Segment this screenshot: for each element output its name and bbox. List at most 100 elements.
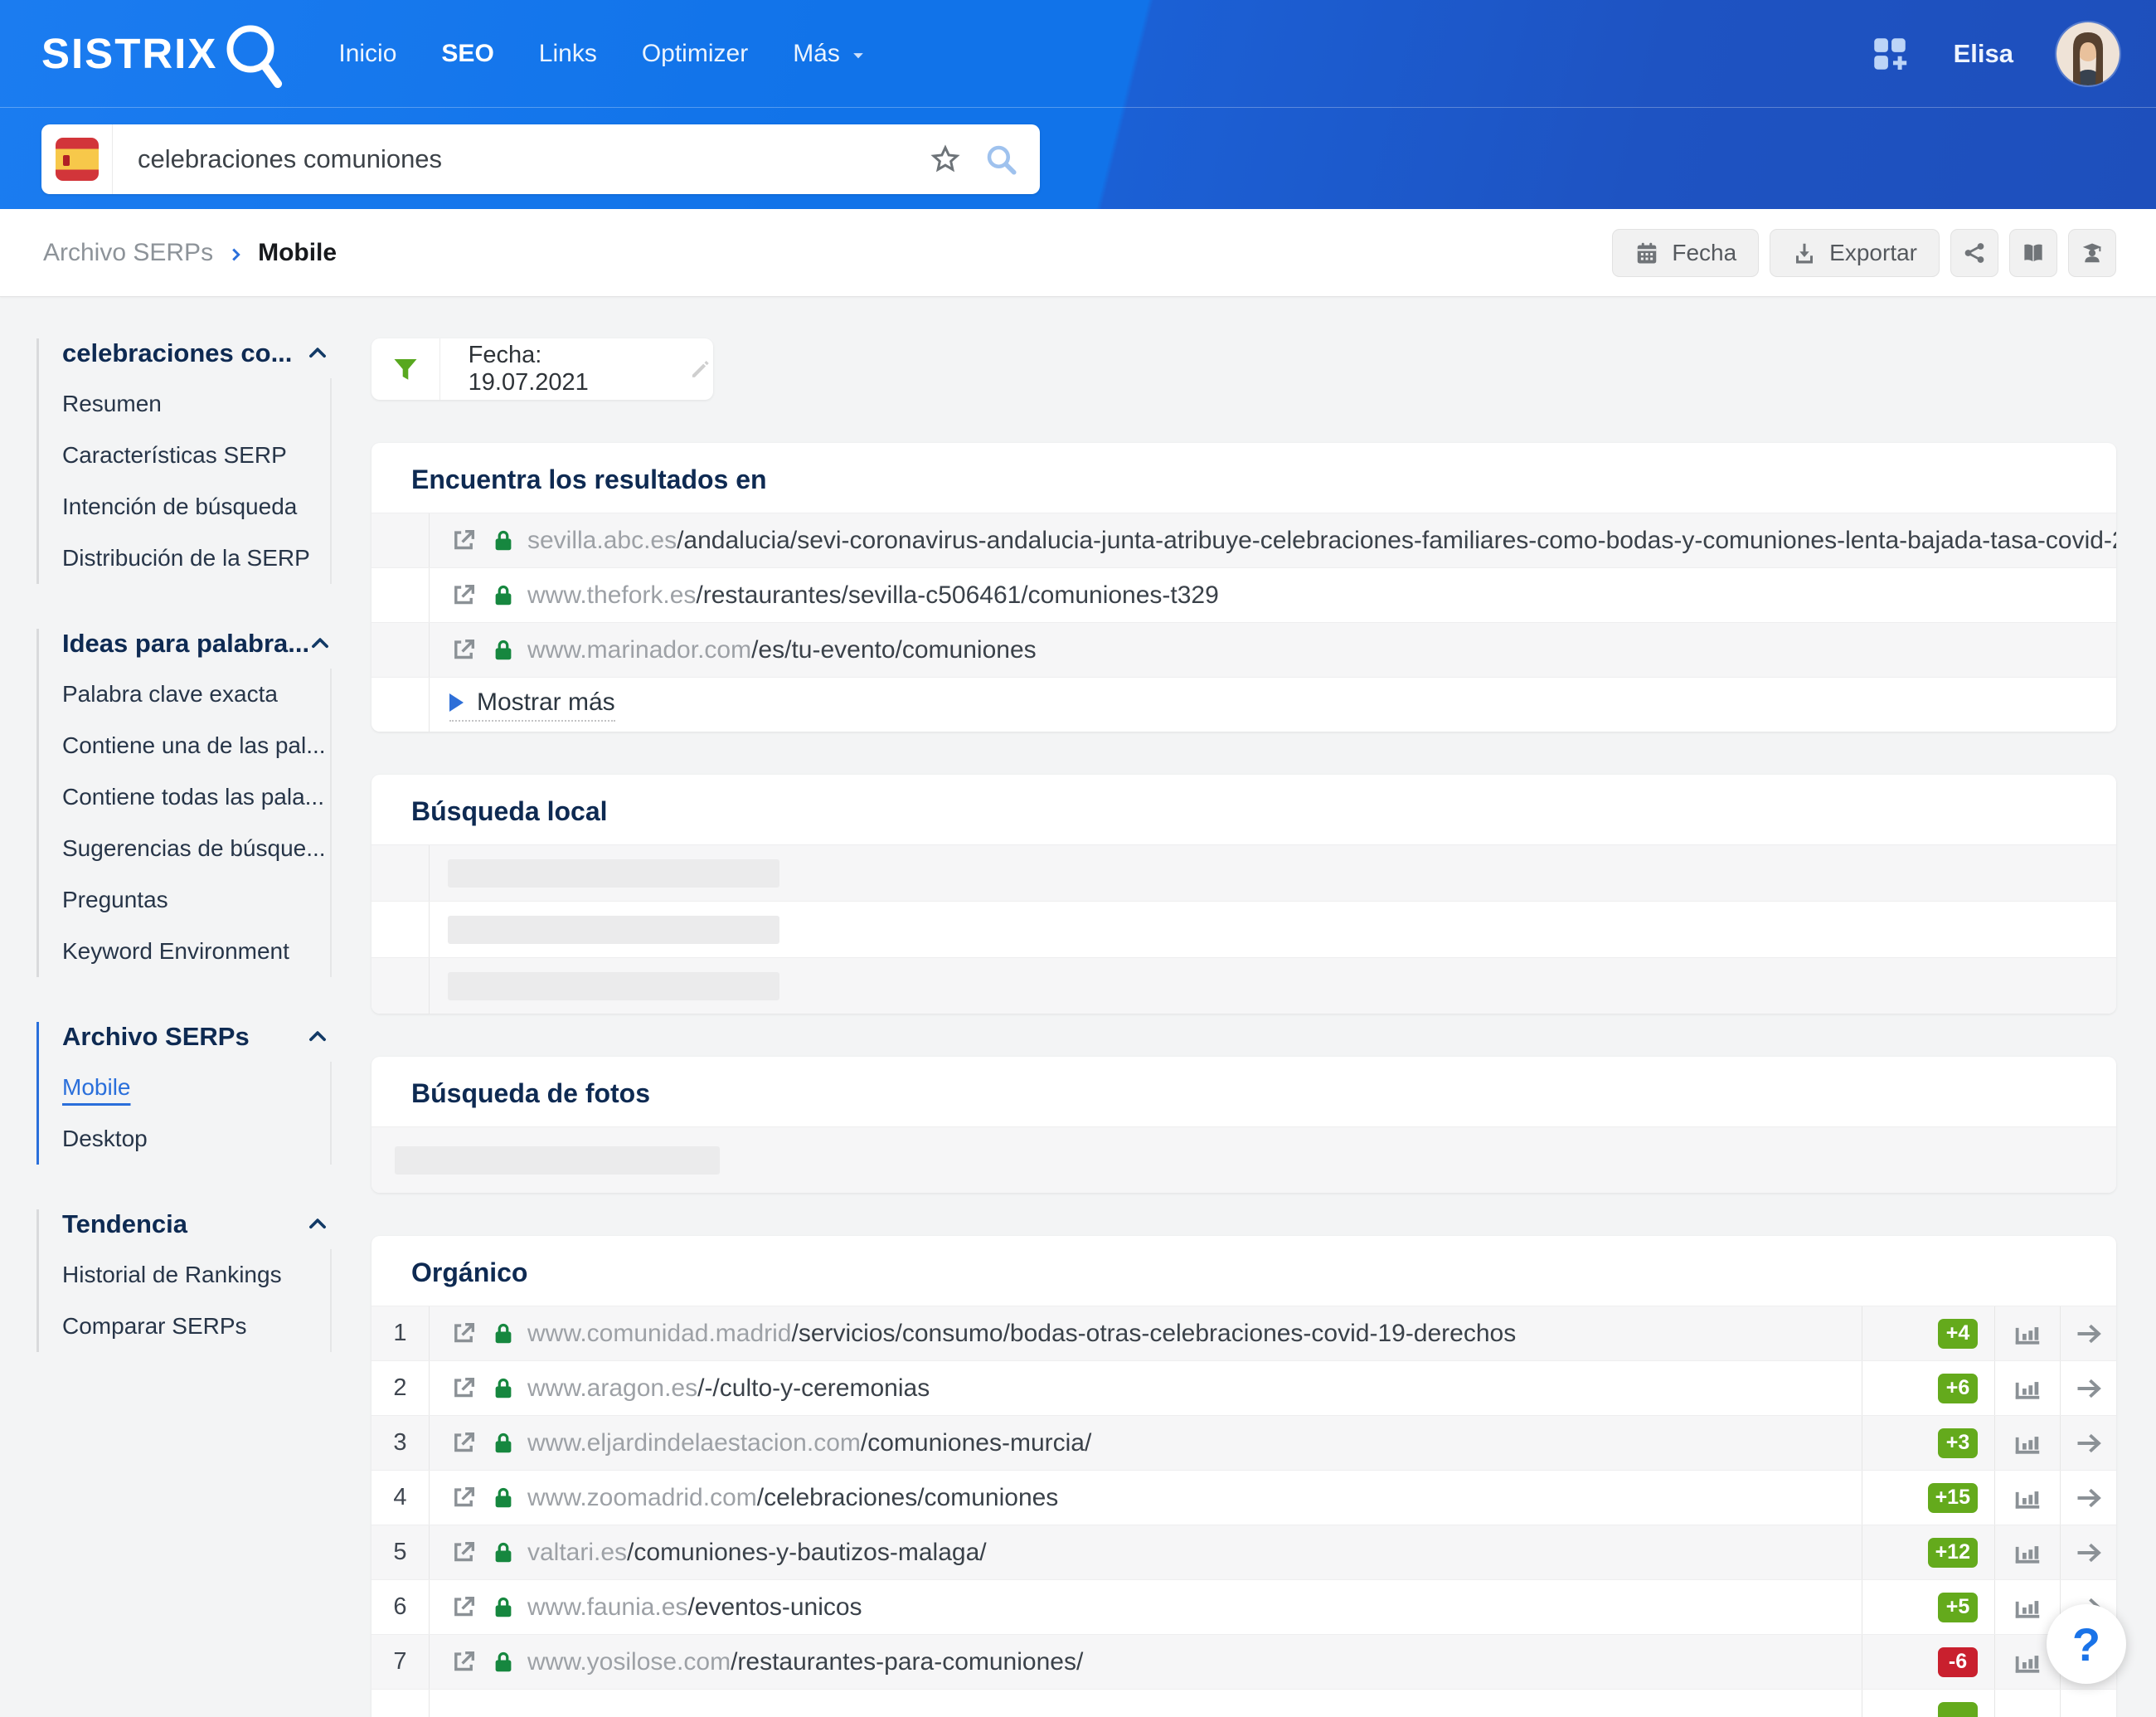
- external-link-icon[interactable]: [449, 1320, 478, 1348]
- arrow-right-icon[interactable]: [2074, 1483, 2104, 1513]
- sidebar-item[interactable]: Intención de búsqueda: [62, 481, 330, 533]
- result-domain[interactable]: www.eljardindelaestacion.com: [527, 1429, 861, 1457]
- sidebar-item[interactable]: Contiene todas las pala...: [62, 771, 330, 823]
- help-button[interactable]: ?: [2047, 1604, 2126, 1684]
- result-domain[interactable]: www.faunia.es: [527, 1593, 687, 1622]
- arrow-right-icon[interactable]: [2074, 1538, 2104, 1568]
- external-link-icon[interactable]: [449, 1539, 478, 1567]
- result-path[interactable]: /comuniones-murcia/: [861, 1429, 1091, 1457]
- handbook-button[interactable]: [2009, 228, 2057, 277]
- sidebar-item[interactable]: Preguntas: [62, 874, 330, 926]
- sidebar-group: celebraciones co... Resumen Característic…: [36, 338, 332, 584]
- result-path[interactable]: /celebraciones/comuniones: [757, 1484, 1059, 1512]
- bar-chart-icon[interactable]: [2012, 1646, 2043, 1678]
- external-link-icon[interactable]: [449, 1429, 478, 1457]
- result-domain[interactable]: www.marinador.com: [527, 636, 751, 664]
- chevron-up-icon[interactable]: [307, 1026, 328, 1048]
- sidebar-item[interactable]: Resumen: [62, 378, 330, 430]
- external-link-icon[interactable]: [449, 1374, 478, 1403]
- bar-chart-icon[interactable]: [2012, 1318, 2043, 1350]
- chevron-up-icon[interactable]: [309, 633, 331, 654]
- result-domain[interactable]: www.thefork.es: [527, 581, 696, 610]
- nav-item-inicio[interactable]: Inicio: [338, 40, 396, 68]
- bar-chart-icon[interactable]: [2012, 1373, 2043, 1404]
- breadcrumb-parent[interactable]: Archivo SERPs: [43, 239, 213, 267]
- result-path[interactable]: /comuniones-y-bautizos-malaga/: [627, 1539, 987, 1567]
- arrow-right-icon[interactable]: [2074, 1428, 2104, 1458]
- export-button[interactable]: Exportar: [1770, 228, 1940, 277]
- avatar[interactable]: [2056, 22, 2120, 85]
- edit-pencil-icon[interactable]: [688, 357, 713, 382]
- sidebar-item[interactable]: Palabra clave exacta: [62, 669, 330, 720]
- bar-chart-icon[interactable]: [2012, 1592, 2043, 1623]
- results-rows: sevilla.abc.es/andalucia/sevi-coronaviru…: [371, 513, 2116, 677]
- sidebar-item[interactable]: Distribución de la SERP: [62, 533, 330, 584]
- result-path[interactable]: /restaurantes/sevilla-c506461/comuniones…: [696, 581, 1218, 610]
- bar-chart-icon[interactable]: [2012, 1428, 2043, 1459]
- sidebar-item[interactable]: Características SERP: [62, 430, 330, 481]
- external-link-icon[interactable]: [449, 636, 478, 664]
- sidebar-group-header[interactable]: celebraciones co...: [62, 338, 332, 368]
- result-domain[interactable]: www.aragon.es: [527, 1374, 697, 1403]
- bar-chart-icon[interactable]: [2012, 1537, 2043, 1569]
- result-path[interactable]: /restaurantes-para-comuniones/: [731, 1648, 1083, 1676]
- row-gutter: [371, 623, 430, 677]
- external-link-icon[interactable]: [449, 1593, 478, 1622]
- result-domain[interactable]: www.comunidad.madrid: [527, 1320, 791, 1348]
- ranking-change-badge: +3: [1938, 1428, 1978, 1458]
- country-selector[interactable]: [41, 124, 113, 194]
- arrow-right-icon[interactable]: [2074, 1374, 2104, 1403]
- result-path[interactable]: /es/tu-evento/comuniones: [751, 636, 1037, 664]
- result-path[interactable]: /servicios/consumo/bodas-otras-celebraci…: [791, 1320, 1516, 1348]
- photos-rows: [371, 1126, 2116, 1193]
- result-path[interactable]: /andalucia/sevi-coronavirus-andalucia-ju…: [677, 527, 2116, 555]
- result-domain[interactable]: sevilla.abc.es: [527, 527, 677, 555]
- sidebar-item[interactable]: Keyword Environment: [62, 926, 330, 977]
- tutorial-button[interactable]: [2068, 228, 2116, 277]
- external-link-icon[interactable]: [449, 1648, 478, 1676]
- chart-cell: [1994, 1471, 2060, 1525]
- brand-name: SISTRIX: [41, 30, 218, 77]
- nav-item-seo[interactable]: SEO: [441, 40, 493, 68]
- sidebar-item[interactable]: Comparar SERPs: [62, 1301, 330, 1352]
- date-button[interactable]: Fecha: [1612, 228, 1760, 277]
- rank-number: 1: [393, 1320, 407, 1346]
- external-link-icon[interactable]: [449, 1484, 478, 1512]
- show-more-button[interactable]: Mostrar más: [449, 688, 615, 722]
- result-path[interactable]: /eventos-unicos: [687, 1593, 862, 1622]
- nav-item-links[interactable]: Links: [539, 40, 597, 68]
- table-row: 5 valtari.es/comuniones-y-bautizos-malag…: [371, 1525, 2116, 1579]
- nav-item-optimizer[interactable]: Optimizer: [642, 40, 748, 68]
- bar-chart-icon[interactable]: [2012, 1482, 2043, 1514]
- apps-grid-icon[interactable]: [1869, 33, 1911, 75]
- chevron-up-icon[interactable]: [307, 1214, 328, 1235]
- share-button[interactable]: [1950, 228, 1998, 277]
- date-filter-chip[interactable]: Fecha: 19.07.2021: [371, 338, 713, 400]
- external-link-icon[interactable]: [449, 581, 478, 610]
- content-wrap: celebraciones co... Resumen Característic…: [0, 297, 2156, 1717]
- sidebar-group-header[interactable]: Tendencia: [62, 1209, 332, 1239]
- favorite-star-icon[interactable]: [929, 143, 962, 176]
- search-input[interactable]: [113, 144, 929, 174]
- result-path[interactable]: /-/culto-y-ceremonias: [697, 1374, 930, 1403]
- sidebar-item[interactable]: Contiene una de las pal...: [62, 720, 330, 771]
- external-link-icon[interactable]: [449, 527, 478, 555]
- sidebar-group-header[interactable]: Ideas para palabra...: [62, 629, 332, 659]
- sistrix-logo[interactable]: SISTRIX: [41, 17, 285, 91]
- sidebar-item[interactable]: Sugerencias de búsque...: [62, 823, 330, 874]
- search-icon[interactable]: [983, 142, 1018, 177]
- user-name[interactable]: Elisa: [1954, 39, 2013, 69]
- arrow-right-icon[interactable]: [2074, 1319, 2104, 1349]
- row-content: valtari.es/comuniones-y-bautizos-malaga/: [430, 1539, 1862, 1567]
- result-domain[interactable]: www.zoomadrid.com: [527, 1484, 757, 1512]
- nav-item-más[interactable]: Más: [793, 40, 867, 68]
- card-title: Encuentra los resultados en: [411, 465, 767, 494]
- result-domain[interactable]: www.yosilose.com: [527, 1648, 731, 1676]
- chevron-up-icon[interactable]: [307, 343, 328, 364]
- table-row: 6 www.faunia.es/eventos-unicos +5: [371, 1579, 2116, 1634]
- result-domain[interactable]: valtari.es: [527, 1539, 627, 1567]
- sidebar-item[interactable]: Desktop: [62, 1113, 330, 1165]
- sidebar-item[interactable]: Historial de Rankings: [62, 1249, 330, 1301]
- sidebar-item[interactable]: Mobile: [62, 1062, 330, 1113]
- sidebar-group-header[interactable]: Archivo SERPs: [62, 1022, 332, 1052]
